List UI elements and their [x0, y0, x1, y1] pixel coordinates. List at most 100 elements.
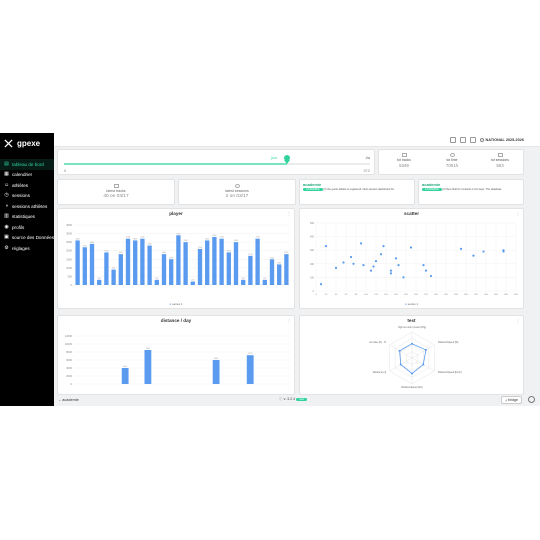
- scatter-point[interactable]: [374, 259, 378, 263]
- radar-point[interactable]: [411, 342, 413, 345]
- bar[interactable]: [183, 242, 188, 285]
- bar[interactable]: [233, 242, 239, 285]
- scatter-point[interactable]: [482, 250, 485, 253]
- bar[interactable]: [277, 264, 282, 285]
- day-slider[interactable]: jour -lia 0 372: [58, 150, 375, 175]
- sidebar-item[interactable]: ◷ sessions: [0, 191, 54, 202]
- scatter-point[interactable]: [394, 257, 398, 260]
- latest-sessions-label: latest sessions: [225, 189, 249, 193]
- scatter-point[interactable]: [362, 264, 365, 267]
- bar[interactable]: [104, 252, 109, 285]
- sidebar-item[interactable]: ◑ sessions athlètes: [0, 201, 54, 212]
- scatter-point[interactable]: [502, 250, 505, 253]
- scatter-point[interactable]: [389, 272, 393, 275]
- bar[interactable]: [133, 240, 138, 285]
- scatter-point[interactable]: [342, 261, 345, 264]
- team-selector[interactable]: ⌄ academie: [58, 397, 79, 402]
- scatter-point[interactable]: [472, 254, 475, 257]
- scatter-point[interactable]: [359, 242, 363, 245]
- bar[interactable]: [190, 281, 195, 285]
- radar-point[interactable]: [398, 349, 401, 352]
- notice-card-2[interactable]: academie ACADEMIE (3) New field for cont…: [418, 179, 524, 205]
- bar[interactable]: [140, 238, 145, 285]
- scatter-point[interactable]: [319, 283, 323, 286]
- scatter-point[interactable]: [382, 245, 385, 248]
- menu-icon[interactable]: ⋮: [516, 211, 520, 216]
- scatter-point[interactable]: [334, 266, 338, 269]
- chart-legend[interactable]: ● series 1: [300, 302, 523, 306]
- bar[interactable]: [284, 254, 289, 285]
- sidebar-item[interactable]: ⚙ réglages: [0, 243, 54, 254]
- radar-point[interactable]: [399, 363, 402, 366]
- scatter-point[interactable]: [352, 262, 355, 265]
- bar[interactable]: [269, 259, 275, 285]
- sidebar-item[interactable]: ◉ profils: [0, 222, 54, 233]
- sidebar-item[interactable]: ▤ tableau de bord: [0, 159, 54, 170]
- bar[interactable]: [212, 360, 220, 384]
- bar[interactable]: [82, 247, 87, 285]
- sidebar-item[interactable]: ☺ athlètes: [0, 180, 54, 191]
- bar[interactable]: [118, 254, 123, 285]
- scatter-point[interactable]: [324, 245, 328, 248]
- menu-icon[interactable]: ⋮: [287, 211, 291, 216]
- scatter-point[interactable]: [429, 274, 433, 278]
- scatter-point[interactable]: [349, 255, 353, 259]
- scatter-point[interactable]: [459, 247, 463, 250]
- menu-icon[interactable]: ⋮: [287, 318, 291, 323]
- radar-point[interactable]: [422, 363, 425, 366]
- test-chart-card: test ⋮ high set norm power [25g] Distance…: [299, 315, 524, 395]
- chart-title: test: [407, 318, 416, 323]
- bar[interactable]: [144, 350, 152, 384]
- bar[interactable]: [125, 238, 131, 285]
- refresh-icon[interactable]: [459, 136, 466, 143]
- bar[interactable]: [154, 279, 159, 285]
- bar-data-label: 2800: [212, 235, 216, 237]
- scatter-point[interactable]: [369, 269, 373, 272]
- radar-point[interactable]: [411, 372, 413, 375]
- scatter-point[interactable]: [397, 264, 400, 267]
- print-icon[interactable]: [449, 136, 456, 143]
- scatter-point[interactable]: [372, 265, 375, 268]
- scatter-point[interactable]: [402, 276, 405, 279]
- menu-icon[interactable]: ⋮: [516, 318, 520, 323]
- bar[interactable]: [75, 240, 80, 285]
- scatter-point[interactable]: [389, 269, 393, 272]
- bridge-button[interactable]: ⤓ bridge: [501, 395, 522, 404]
- bar[interactable]: [212, 237, 217, 285]
- bar[interactable]: [197, 249, 203, 285]
- sidebar-item[interactable]: ▦ calendrier: [0, 170, 54, 181]
- bar[interactable]: [111, 269, 116, 285]
- sidebar-item[interactable]: ▣ source des Données: [0, 233, 54, 244]
- bar[interactable]: [255, 238, 260, 285]
- bar[interactable]: [246, 355, 254, 384]
- radar-point[interactable]: [424, 348, 427, 351]
- bar[interactable]: [262, 279, 267, 285]
- bar[interactable]: [241, 279, 246, 285]
- bar-data-label: 2100: [198, 247, 202, 249]
- bar[interactable]: [226, 252, 231, 285]
- season-selector[interactable]: NATIONAL 2025-2026: [479, 137, 524, 142]
- scatter-point[interactable]: [422, 264, 425, 267]
- bar[interactable]: [176, 235, 181, 285]
- bar[interactable]: [248, 255, 253, 285]
- logo[interactable]: gpexe: [0, 133, 54, 153]
- bar[interactable]: [205, 240, 210, 285]
- chart-legend[interactable]: ● series 1: [58, 302, 294, 306]
- bar[interactable]: [89, 243, 95, 285]
- bar[interactable]: [97, 279, 102, 285]
- bar[interactable]: [121, 368, 129, 384]
- help-icon[interactable]: [528, 396, 535, 403]
- bar[interactable]: [161, 254, 167, 285]
- latest-sessions-card[interactable]: latest sessions 2 on 03/17: [178, 179, 296, 205]
- sidebar-item-label: statistiques: [12, 214, 35, 220]
- user-icon[interactable]: [469, 136, 476, 143]
- scatter-point[interactable]: [409, 246, 413, 249]
- scatter-point[interactable]: [379, 253, 383, 256]
- bar[interactable]: [147, 245, 152, 285]
- scatter-point[interactable]: [424, 269, 428, 272]
- bar[interactable]: [169, 259, 174, 285]
- sidebar-item[interactable]: ▥ statistiques: [0, 212, 54, 223]
- latest-tracks-card[interactable]: latest tracks 40 on 03/17: [57, 179, 175, 205]
- bar[interactable]: [219, 238, 224, 285]
- notice-card-1[interactable]: academie ACADEMIE (3) the guest athlete …: [299, 179, 415, 205]
